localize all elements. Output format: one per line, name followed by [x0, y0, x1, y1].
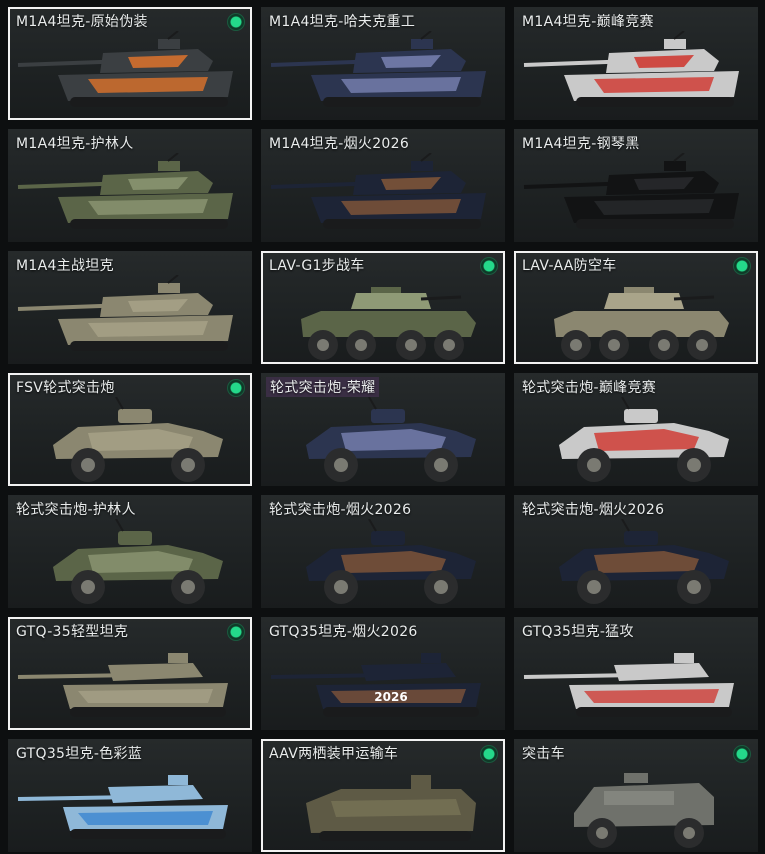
vehicle-card-label: M1A4坦克-护林人 — [16, 136, 134, 152]
vehicle-image — [17, 775, 228, 839]
vehicle-image — [17, 275, 233, 351]
vehicle-image: 2026 — [270, 653, 481, 717]
vehicle-card-4[interactable]: M1A4坦克-护林人 — [8, 129, 252, 242]
vehicle-card-8[interactable]: LAV-G1步战车 — [261, 251, 505, 364]
vehicle-image — [17, 153, 233, 229]
vehicle-card-12[interactable]: 轮式突击炮-巅峰竞赛 — [514, 373, 758, 486]
vehicle-card-label: M1A4坦克-钢琴黑 — [522, 136, 640, 152]
vehicle-card-label: 轮式突击炮-护林人 — [16, 502, 136, 518]
vehicle-card-5[interactable]: M1A4坦克-烟火2026 — [261, 129, 505, 242]
vehicle-image — [53, 397, 223, 482]
vehicle-card-label: LAV-AA防空车 — [522, 258, 617, 274]
vehicle-card-label: GTQ-35轻型坦克 — [16, 624, 129, 640]
vehicle-card-17[interactable]: GTQ35坦克-烟火2026 2026 — [261, 617, 505, 730]
vehicle-image — [523, 31, 739, 107]
vehicle-skin-grid: M1A4坦克-原始伪装 M1A4坦克-哈夫克重工 M1A4坦克-巅峰竞赛 M1A4坦克… — [0, 0, 765, 854]
owned-status-icon — [227, 623, 245, 641]
vehicle-card-9[interactable]: LAV-AA防空车 — [514, 251, 758, 364]
vehicle-card-label: 轮式突击炮-荣耀 — [266, 377, 380, 397]
owned-status-icon — [480, 745, 498, 763]
vehicle-card-label: 轮式突击炮-巅峰竞赛 — [522, 380, 657, 396]
vehicle-card-20[interactable]: AAV两栖装甲运输车 — [261, 739, 505, 852]
vehicle-image — [306, 775, 476, 841]
vehicle-image — [306, 397, 476, 482]
vehicle-card-1[interactable]: M1A4坦克-原始伪装 — [8, 7, 252, 120]
vehicle-image — [523, 653, 734, 717]
owned-status-icon — [480, 257, 498, 275]
vehicle-card-18[interactable]: GTQ35坦克-猛攻 — [514, 617, 758, 730]
vehicle-image — [559, 397, 729, 482]
owned-status-icon — [227, 13, 245, 31]
vehicle-card-13[interactable]: 轮式突击炮-护林人 — [8, 495, 252, 608]
vehicle-card-3[interactable]: M1A4坦克-巅峰竞赛 — [514, 7, 758, 120]
vehicle-image — [574, 773, 714, 848]
vehicle-image — [270, 153, 486, 229]
vehicle-image — [53, 519, 223, 604]
vehicle-card-label: M1A4坦克-原始伪装 — [16, 14, 148, 30]
vehicle-card-label: 轮式突击炮-烟火2026 — [522, 502, 665, 518]
vehicle-card-label: M1A4主战坦克 — [16, 258, 114, 274]
vehicle-card-label: M1A4坦克-烟火2026 — [269, 136, 410, 152]
vehicle-card-10[interactable]: FSV轮式突击炮 — [8, 373, 252, 486]
vehicle-card-label: AAV两栖装甲运输车 — [269, 746, 399, 762]
vehicle-card-2[interactable]: M1A4坦克-哈夫克重工 — [261, 7, 505, 120]
vehicle-card-label: GTQ35坦克-烟火2026 — [269, 624, 418, 640]
vehicle-card-16[interactable]: GTQ-35轻型坦克 — [8, 617, 252, 730]
vehicle-image — [301, 287, 476, 360]
vehicle-image — [523, 153, 739, 229]
vehicle-card-label: GTQ35坦克-猛攻 — [522, 624, 634, 640]
owned-status-icon — [227, 379, 245, 397]
vehicle-card-21[interactable]: 突击车 — [514, 739, 758, 852]
vehicle-card-label: M1A4坦克-哈夫克重工 — [269, 14, 416, 30]
vehicle-image — [306, 519, 476, 604]
vehicle-image — [554, 287, 729, 360]
vehicle-card-11[interactable]: 轮式突击炮-荣耀 — [261, 373, 505, 486]
vehicle-image — [17, 31, 233, 107]
vehicle-card-7[interactable]: M1A4主战坦克 — [8, 251, 252, 364]
svg-text:2026: 2026 — [374, 690, 407, 704]
vehicle-image — [559, 519, 729, 604]
vehicle-card-label: LAV-G1步战车 — [269, 258, 365, 274]
owned-status-icon — [733, 257, 751, 275]
owned-status-icon — [733, 745, 751, 763]
vehicle-card-label: M1A4坦克-巅峰竞赛 — [522, 14, 654, 30]
vehicle-card-6[interactable]: M1A4坦克-钢琴黑 — [514, 129, 758, 242]
vehicle-card-19[interactable]: GTQ35坦克-色彩蓝 — [8, 739, 252, 852]
vehicle-card-15[interactable]: 轮式突击炮-烟火2026 — [514, 495, 758, 608]
vehicle-card-label: FSV轮式突击炮 — [16, 380, 115, 396]
vehicle-card-label: 突击车 — [522, 746, 565, 762]
vehicle-card-label: 轮式突击炮-烟火2026 — [269, 502, 412, 518]
vehicle-card-14[interactable]: 轮式突击炮-烟火2026 — [261, 495, 505, 608]
vehicle-image — [270, 31, 486, 107]
vehicle-card-label: GTQ35坦克-色彩蓝 — [16, 746, 143, 762]
vehicle-image — [17, 653, 228, 717]
